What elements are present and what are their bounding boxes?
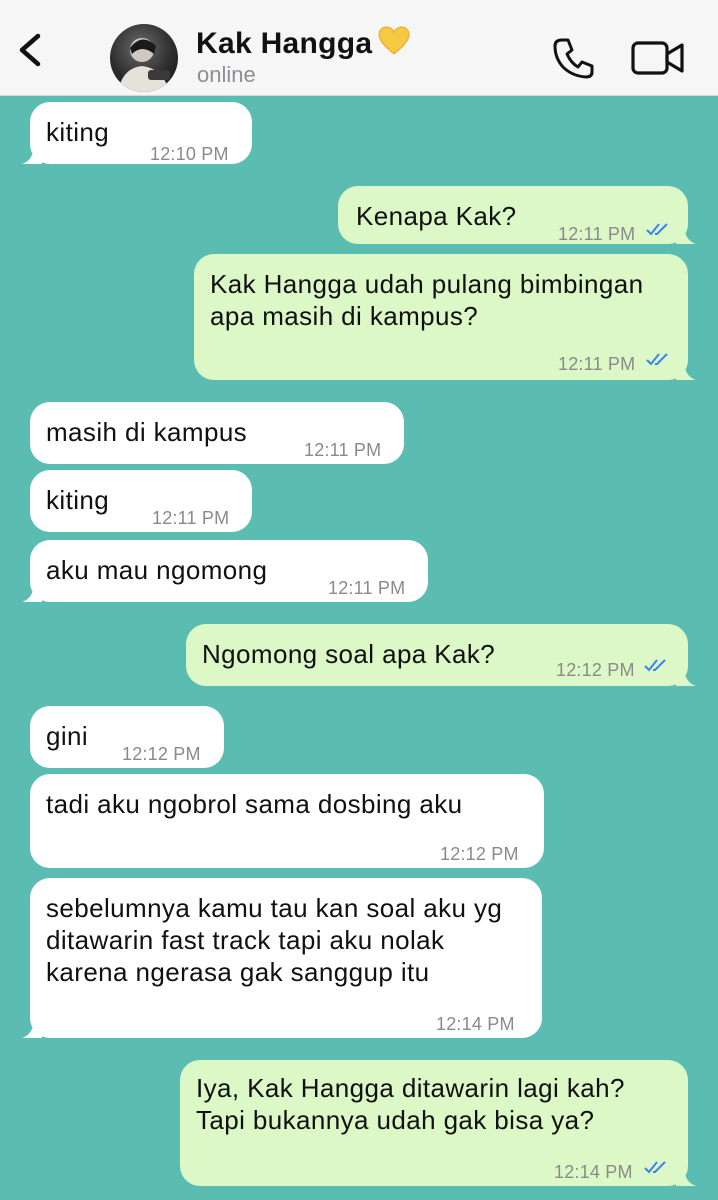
incoming-message[interactable]: kiting 12:10 PM <box>22 102 252 164</box>
incoming-message[interactable]: masih di kampus 12:11 PM <box>30 402 404 464</box>
yellow-heart-icon <box>378 26 410 64</box>
message-time: 12:12 PM <box>556 660 635 680</box>
message-time: 12:14 PM <box>554 1162 633 1182</box>
bubble-tail <box>676 224 696 244</box>
read-receipt-icon <box>646 223 668 236</box>
phone-icon <box>553 38 594 79</box>
incoming-message[interactable]: kiting 12:11 PM <box>30 470 252 532</box>
message-text: Kak Hangga udah pulang bimbingan apa mas… <box>210 269 644 331</box>
message-time: 12:11 PM <box>328 578 406 598</box>
message-time: 12:11 PM <box>152 508 230 528</box>
bubble-tail <box>22 582 42 602</box>
contact-name-text: Kak Hangga <box>196 27 373 60</box>
read-receipt-icon <box>644 659 666 672</box>
outgoing-message[interactable]: Ngomong soal apa Kak? 12:12 PM <box>186 624 696 686</box>
bubble-tail <box>22 1018 42 1038</box>
outgoing-message[interactable]: Kak Hangga udah pulang bimbingan apa mas… <box>194 254 696 380</box>
bubble-tail <box>676 666 696 686</box>
voice-call-button[interactable] <box>552 36 596 80</box>
bubble-tail <box>676 1166 696 1186</box>
incoming-message[interactable]: gini 12:12 PM <box>30 706 224 768</box>
bubble-tail <box>22 144 42 164</box>
incoming-message[interactable]: aku mau ngomong 12:11 PM <box>22 540 428 602</box>
message-time: 12:11 PM <box>304 440 382 460</box>
video-call-button[interactable] <box>630 38 686 78</box>
avatar[interactable] <box>110 24 178 92</box>
read-receipt-icon <box>646 353 668 366</box>
back-button[interactable] <box>12 30 48 70</box>
message-time: 12:11 PM <box>558 224 636 244</box>
outgoing-message[interactable]: Kenapa Kak? 12:11 PM <box>338 186 696 244</box>
contact-name[interactable]: Kak Hangga <box>196 26 410 64</box>
read-receipt-icon <box>644 1161 666 1174</box>
bubble-tail <box>676 360 696 380</box>
incoming-message[interactable]: sebelumnya kamu tau kan soal aku yg dita… <box>22 878 542 1038</box>
message-text: sebelumnya kamu tau kan soal aku yg dita… <box>46 893 503 987</box>
outgoing-message[interactable]: Iya, Kak Hangga ditawarin lagi kah? Tapi… <box>180 1060 696 1186</box>
message-time: 12:12 PM <box>122 744 201 764</box>
message-time: 12:11 PM <box>558 354 636 374</box>
message-time: 12:14 PM <box>436 1014 515 1034</box>
contact-status: online <box>197 62 256 87</box>
incoming-message[interactable]: tadi aku ngobrol sama dosbing aku 12:12 … <box>30 774 544 868</box>
back-chevron-icon <box>19 33 41 67</box>
message-list[interactable]: kiting 12:10 PM Kenapa Kak? 12:11 PM Kak… <box>0 96 718 1200</box>
video-camera-icon <box>631 41 684 75</box>
message-time: 12:10 PM <box>150 144 229 164</box>
message-text: Iya, Kak Hangga ditawarin lagi kah? Tapi… <box>196 1073 625 1135</box>
message-text: tadi aku ngobrol sama dosbing aku <box>46 789 463 819</box>
chat-header: Kak Hangga online <box>0 0 718 96</box>
message-time: 12:12 PM <box>440 844 519 864</box>
